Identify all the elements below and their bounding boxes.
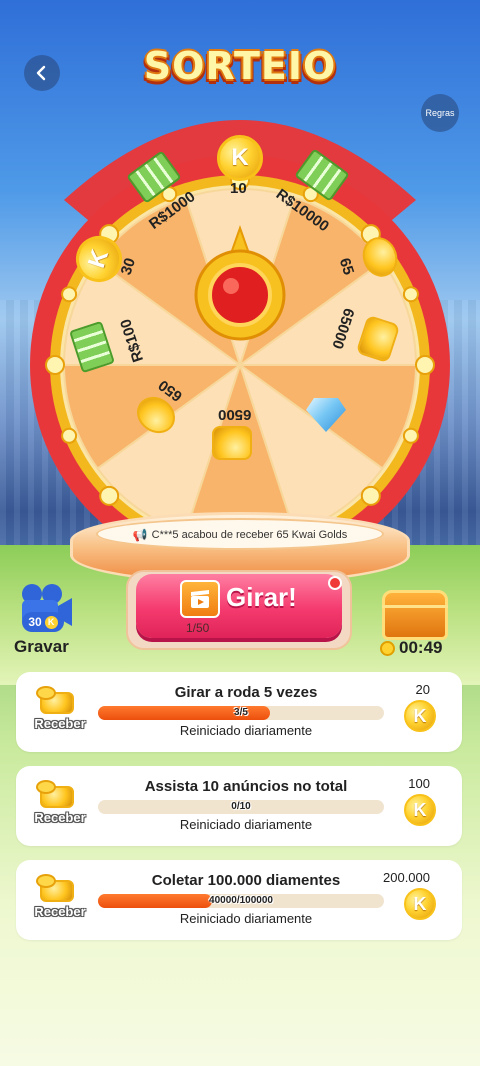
k-coin-icon: K — [404, 700, 436, 732]
k-coin-icon: K — [404, 888, 436, 920]
task-card: Receber Girar a roda 5 vezes 3/5 Reinici… — [16, 672, 462, 752]
task-subtitle: Reiniciado diariamente — [179, 817, 313, 832]
notification-dot — [328, 576, 342, 590]
wheel-hub-center — [208, 263, 272, 327]
gravar-reward-badge: 30 K — [22, 612, 64, 632]
gold-ingot-icon — [36, 874, 76, 902]
receber-button[interactable]: Receber — [30, 716, 90, 736]
task-reward: 200.000 — [383, 870, 430, 885]
task-title: Assista 10 anúncios no total — [144, 778, 348, 795]
task-progress-bar: 3/5 — [98, 706, 384, 720]
task-progress-bar: 0/10 — [98, 800, 384, 814]
segment-label-0: 10 — [230, 180, 247, 197]
ticker-text: C***5 acabou de receber 65 Kwai Golds — [151, 529, 348, 541]
winner-ticker: 📢 C***5 acabou de receber 65 Kwai Golds — [120, 524, 360, 546]
task-progress-bar: 40000/100000 — [98, 894, 384, 908]
gravar-coins: 30 — [28, 615, 42, 629]
gold-bar-icon — [212, 426, 252, 460]
gravar-label[interactable]: Gravar — [14, 637, 69, 657]
task-progress-text: 3/5 — [234, 707, 248, 718]
task-progress-text: 40000/100000 — [209, 895, 273, 906]
task-progress-text: 0/10 — [231, 801, 251, 812]
prize-wheel: K 10 R$10000 65 65000 6500 650 R$100 K 3… — [0, 80, 480, 540]
rim-light — [61, 427, 78, 444]
clapperboard-icon — [180, 580, 220, 618]
rim-light — [61, 286, 78, 303]
receber-button[interactable]: Receber — [30, 904, 90, 924]
chest-timer: 00:49 — [380, 638, 442, 658]
task-subtitle: Reiniciado diariamente — [179, 911, 313, 926]
megaphone-icon: 📢 — [132, 528, 148, 542]
rim-light — [99, 485, 120, 506]
gold-ingot-icon — [36, 686, 76, 714]
rim-light — [402, 427, 419, 444]
rim-light — [360, 485, 381, 506]
task-reward: 20 — [415, 682, 430, 697]
clock-icon — [380, 640, 395, 656]
task-card: Receber Coletar 100.000 diamentes 40000/… — [16, 860, 462, 940]
gold-ingot-icon — [36, 780, 76, 808]
task-reward: 100 — [408, 776, 430, 791]
task-subtitle: Reiniciado diariamente — [179, 723, 313, 738]
timer-text: 00:49 — [399, 638, 443, 657]
spin-count: 1/50 — [186, 621, 210, 635]
task-card: Receber Assista 10 anúncios no total 0/1… — [16, 766, 462, 846]
task-title: Girar a roda 5 vezes — [174, 684, 318, 701]
k-coin-icon: K — [44, 615, 58, 629]
segment-label-5: 6500 — [218, 406, 252, 423]
k-coin-icon: K — [404, 794, 436, 826]
receber-button[interactable]: Receber — [30, 810, 90, 830]
k-coin-icon: K — [217, 135, 263, 181]
spin-button-label[interactable]: Girar! — [226, 582, 297, 613]
task-title: Coletar 100.000 diamentes — [151, 872, 341, 889]
rim-light — [45, 355, 65, 375]
rim-light — [402, 286, 419, 303]
rim-light — [415, 355, 435, 375]
